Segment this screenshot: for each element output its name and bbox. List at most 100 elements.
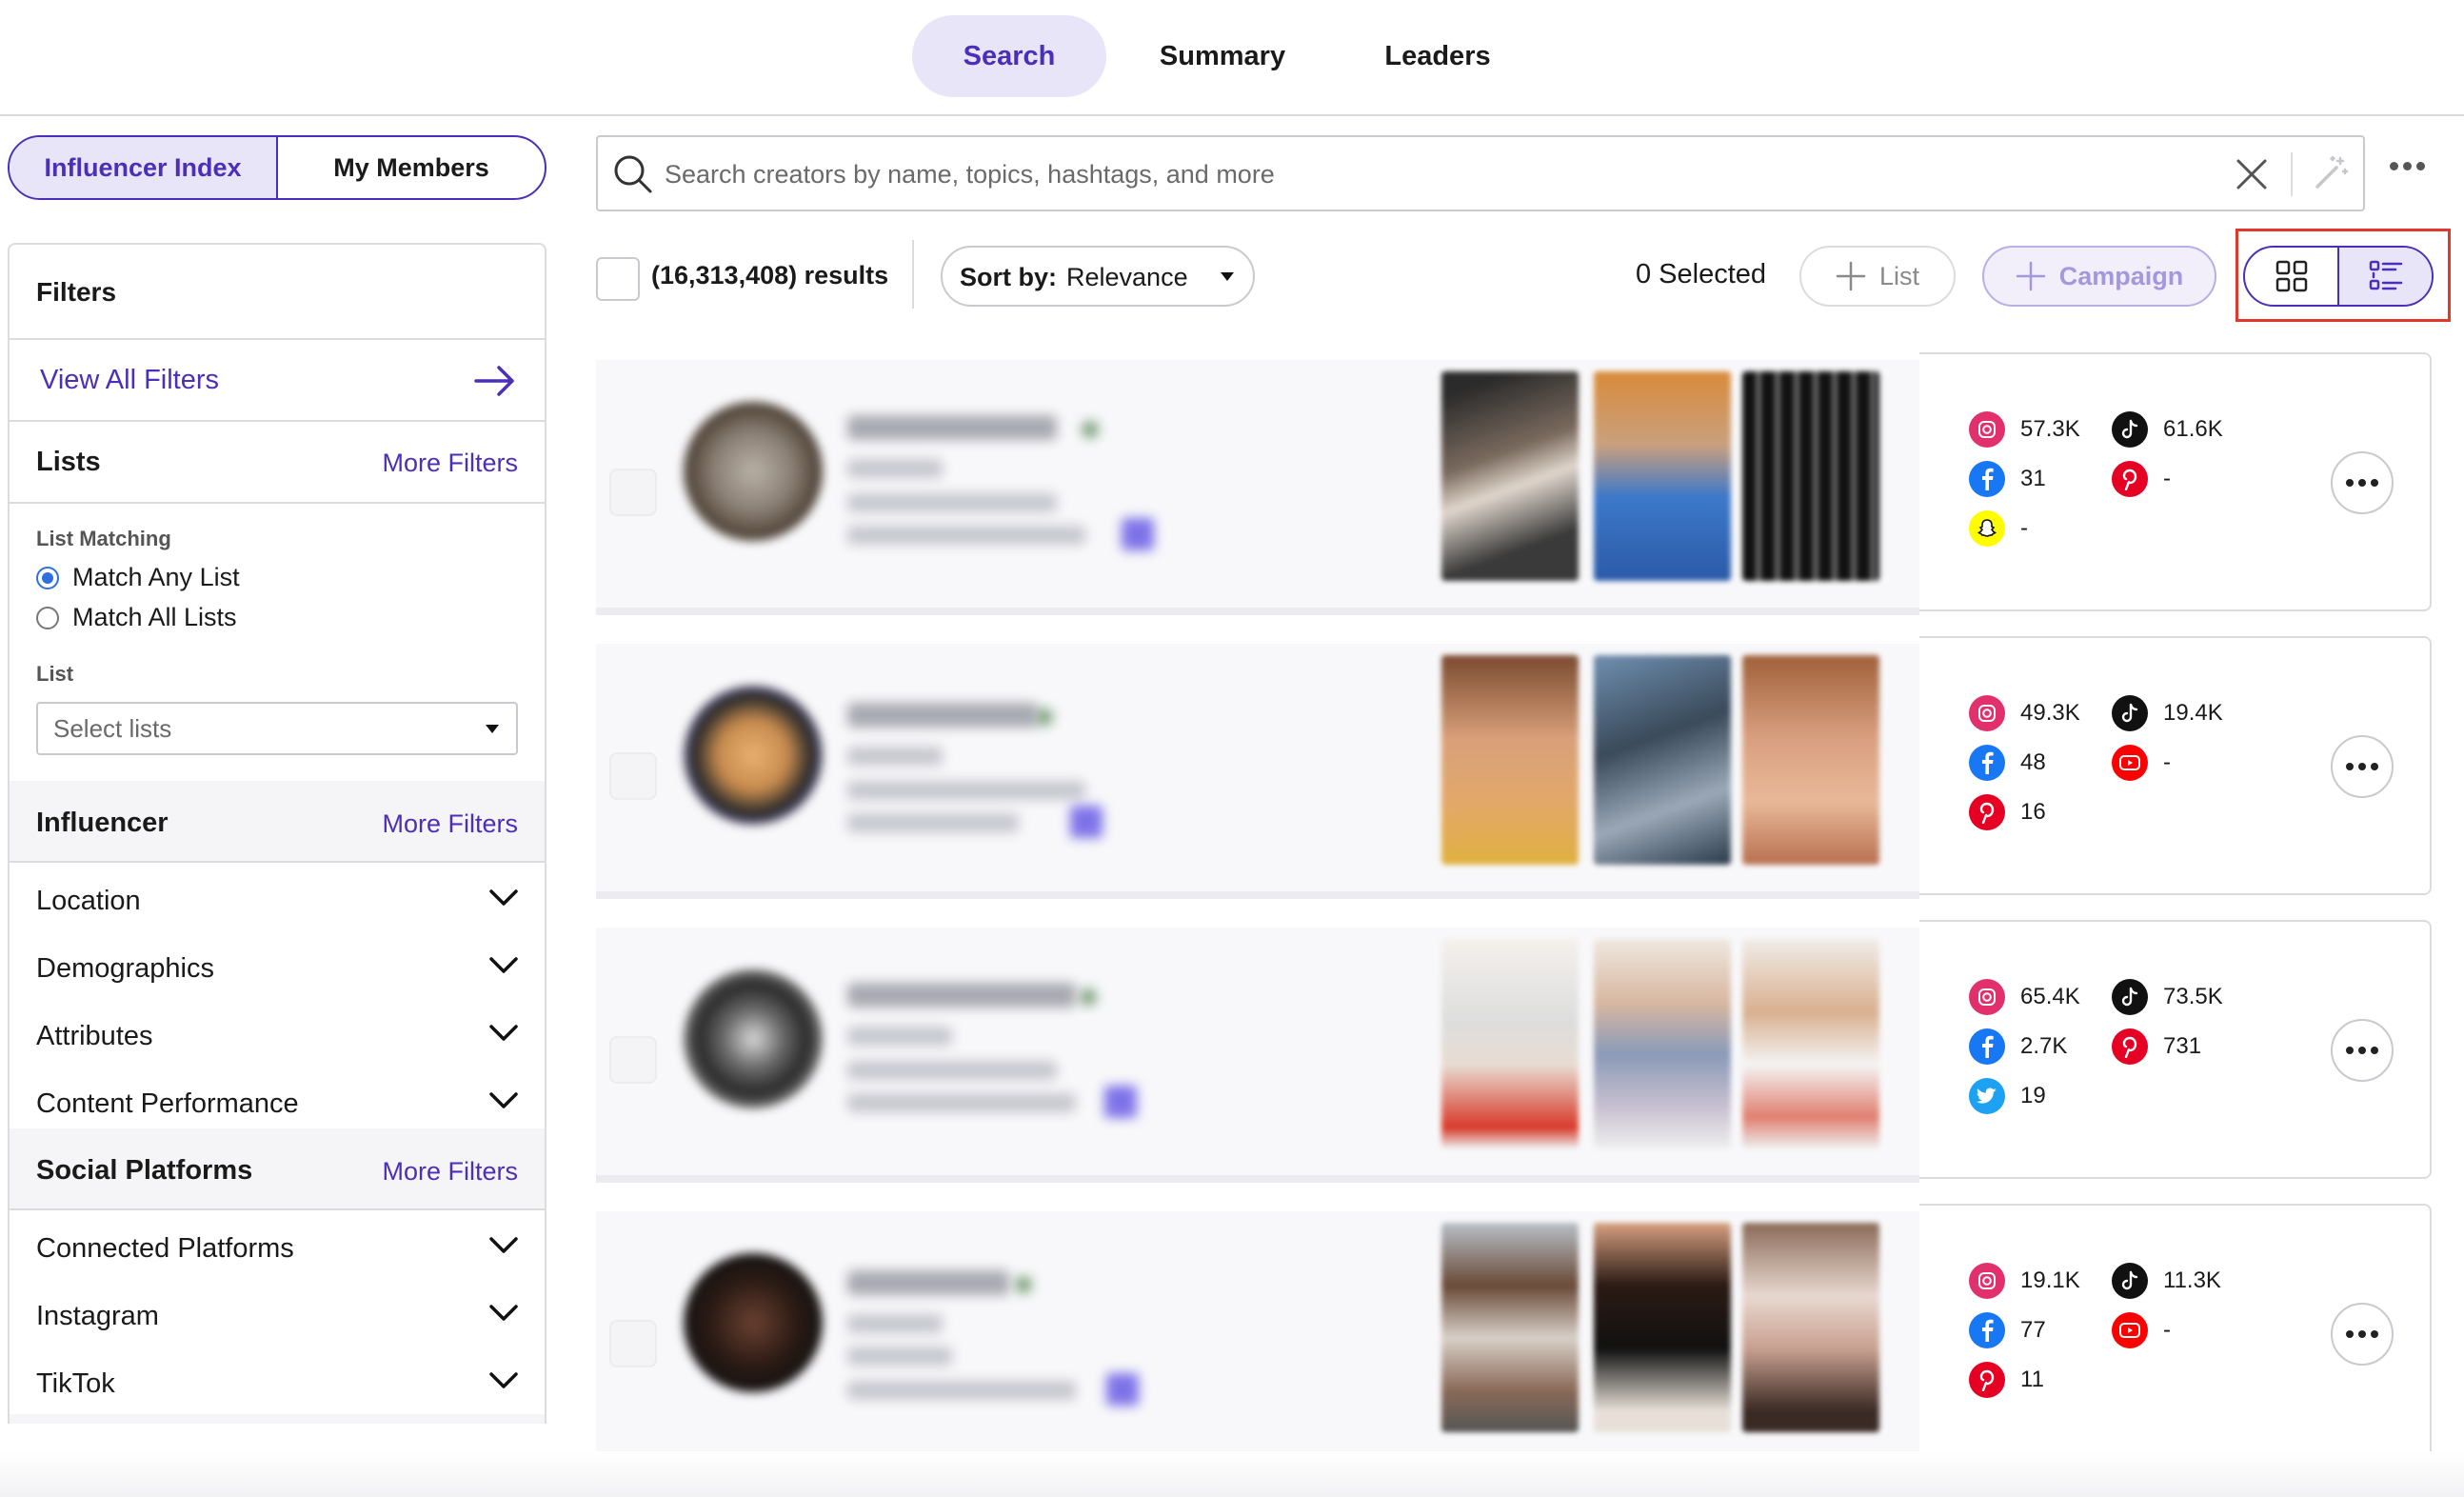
avatar[interactable]	[684, 969, 823, 1108]
content-thumbnail[interactable]	[1594, 371, 1731, 581]
top-nav: Search Summary Leaders	[0, 0, 2464, 116]
stat-instagram: 19.1K	[1969, 1263, 2080, 1299]
stat-youtube-value: -	[2163, 1317, 2171, 1343]
filter-attributes[interactable]: Attributes	[10, 1004, 545, 1070]
content-thumbnail[interactable]	[1742, 371, 1879, 581]
avatar[interactable]	[684, 686, 823, 825]
filter-tiktok[interactable]: TikTok	[10, 1351, 545, 1418]
chevron-down-icon	[489, 957, 518, 973]
creator-card[interactable]: 57.3K 61.6K 31 - -	[596, 352, 2432, 615]
platform-badge	[1122, 518, 1154, 550]
chevron-down-icon	[489, 1025, 518, 1041]
card-more-options-button[interactable]	[2331, 735, 2394, 798]
search-bar[interactable]: Search creators by name, topics, hashtag…	[596, 135, 2365, 211]
content-thumbnail[interactable]	[1594, 1223, 1731, 1432]
magic-wand-icon[interactable]	[2312, 154, 2350, 192]
list-view-button[interactable]	[2337, 248, 2432, 305]
tiktok-icon	[2112, 1263, 2148, 1299]
view-all-filters-link[interactable]: View All Filters	[10, 340, 545, 422]
stat-youtube-value: -	[2163, 749, 2171, 775]
creator-card[interactable]: 49.3K 19.4K 48 - 16	[596, 636, 2432, 899]
clear-icon[interactable]	[2235, 158, 2268, 190]
search-input[interactable]: Search creators by name, topics, hashtag…	[665, 160, 1275, 190]
creator-location-blurred	[847, 526, 1085, 545]
facebook-icon	[1969, 745, 2005, 781]
avatar[interactable]	[684, 1253, 823, 1392]
match-any-list-radio[interactable]: Match Any List	[36, 563, 240, 592]
creator-name-blurred[interactable]	[847, 703, 1038, 728]
pinterest-icon	[2112, 461, 2148, 497]
facebook-icon	[1969, 1028, 2005, 1065]
stat-pinterest-value: 731	[2163, 1033, 2202, 1059]
creator-name-blurred[interactable]	[847, 983, 1076, 1008]
stat-tiktok-value: 61.6K	[2163, 416, 2223, 442]
match-all-lists-radio[interactable]: Match All Lists	[36, 603, 237, 632]
my-members-button[interactable]: My Members	[278, 137, 545, 198]
lists-more-filters-link[interactable]: More Filters	[382, 449, 518, 478]
filter-instagram[interactable]: Instagram	[10, 1284, 545, 1350]
social-more-filters-link[interactable]: More Filters	[382, 1157, 518, 1187]
filter-location[interactable]: Location	[10, 868, 545, 935]
stat-pinterest: 11	[1969, 1362, 2044, 1398]
results-count: (16,313,408) results	[651, 261, 889, 289]
plus-icon	[1836, 261, 1866, 291]
tab-leaders[interactable]: Leaders	[1352, 15, 1523, 97]
stat-instagram-value: 19.1K	[2020, 1267, 2080, 1293]
sort-dropdown[interactable]: Sort by: Relevance	[941, 246, 1255, 307]
social-platforms-section-header: Social Platforms More Filters	[10, 1128, 545, 1210]
lists-title: Lists	[36, 447, 101, 477]
stat-tiktok-value: 11.3K	[2163, 1267, 2221, 1293]
creator-card[interactable]: 19.1K 11.3K 77 - 11	[596, 1204, 2432, 1467]
filter-demographics[interactable]: Demographics	[10, 936, 545, 1003]
influencer-index-button[interactable]: Influencer Index	[10, 137, 278, 198]
content-thumbnail[interactable]	[1742, 655, 1879, 865]
card-checkbox[interactable]	[609, 1320, 657, 1367]
content-thumbnail[interactable]	[1441, 1223, 1579, 1432]
add-to-list-button[interactable]: List	[1799, 246, 1956, 307]
card-checkbox[interactable]	[609, 1036, 657, 1084]
filter-connected-platforms[interactable]: Connected Platforms	[10, 1216, 545, 1283]
filter-tiktok-label: TikTok	[36, 1368, 115, 1399]
content-thumbnail[interactable]	[1594, 939, 1731, 1148]
youtube-icon	[2112, 745, 2148, 781]
card-more-options-button[interactable]	[2331, 1303, 2394, 1366]
influencer-more-filters-link[interactable]: More Filters	[382, 809, 518, 839]
creator-location-blurred	[847, 1381, 1076, 1400]
filter-connected-platforms-label: Connected Platforms	[36, 1233, 294, 1264]
content-thumbnail[interactable]	[1594, 655, 1731, 865]
select-lists-dropdown[interactable]: Select lists	[36, 702, 518, 755]
creator-name-blurred[interactable]	[847, 415, 1057, 440]
pinterest-icon	[1969, 794, 2005, 830]
card-more-options-button[interactable]	[2331, 1019, 2394, 1082]
stat-pinterest-value: -	[2163, 466, 2171, 491]
card-more-options-button[interactable]	[2331, 451, 2394, 514]
stat-pinterest: 16	[1969, 794, 2046, 830]
content-thumbnail[interactable]	[1441, 939, 1579, 1148]
creator-name-blurred[interactable]	[847, 1270, 1009, 1295]
content-thumbnail[interactable]	[1742, 1223, 1879, 1432]
tab-search[interactable]: Search	[912, 15, 1106, 97]
list-matching-label: List Matching	[36, 527, 171, 550]
filter-content-performance-label: Content Performance	[36, 1088, 299, 1119]
stat-facebook-value: 31	[2020, 466, 2046, 491]
select-all-checkbox[interactable]	[596, 257, 640, 301]
stat-pinterest: 731	[2112, 1028, 2201, 1065]
more-options-icon[interactable]	[2390, 162, 2425, 170]
add-to-campaign-button[interactable]: Campaign	[1982, 246, 2216, 307]
creator-card[interactable]: 65.4K 73.5K 2.7K 731 19	[596, 920, 2432, 1183]
stat-tiktok: 73.5K	[2112, 979, 2223, 1015]
content-thumbnail[interactable]	[1441, 371, 1579, 581]
content-thumbnail[interactable]	[1742, 939, 1879, 1148]
card-checkbox[interactable]	[609, 469, 657, 516]
tab-summary[interactable]: Summary	[1133, 15, 1312, 97]
content-thumbnail[interactable]	[1441, 655, 1579, 865]
stat-pinterest-value: 11	[2020, 1367, 2044, 1392]
avatar[interactable]	[684, 402, 823, 541]
chevron-down-icon	[489, 1372, 518, 1388]
grid-view-button[interactable]	[2245, 248, 2337, 305]
selected-count: 0 Selected	[1636, 259, 1767, 289]
match-all-lists-label: Match All Lists	[72, 603, 237, 631]
card-checkbox[interactable]	[609, 752, 657, 800]
influencer-title: Influencer	[36, 808, 169, 838]
plus-icon	[2016, 261, 2045, 291]
